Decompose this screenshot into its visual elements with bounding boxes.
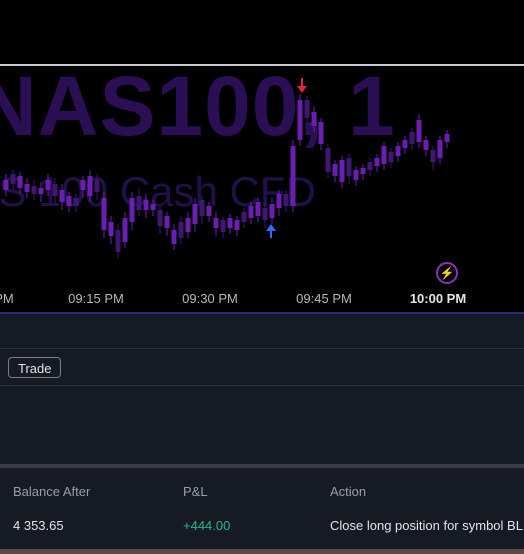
candle [115,230,121,252]
candle [318,122,324,144]
trade-button[interactable]: Trade [8,357,62,378]
candle [297,100,303,140]
trade-toolbar [0,349,524,385]
candle [227,218,233,228]
panel-body [0,386,524,464]
candle [416,120,422,142]
candle [17,176,23,188]
candle [157,210,163,226]
buy-marker[interactable] [266,224,276,238]
candle [52,184,58,196]
candle [185,218,191,232]
candle [31,186,37,194]
sell-marker[interactable] [297,78,307,93]
candle [248,206,254,218]
candle [10,174,16,184]
candle [339,160,345,182]
candle [3,180,9,190]
lightning-icon[interactable]: ⚡ [436,262,458,284]
cell-action: Close long position for symbol BL [330,518,523,533]
time-tick: 09:45 PM [296,291,352,306]
candle [164,216,170,228]
time-tick: 10:00 PM [409,291,467,306]
time-tick: 09:15 PM [68,291,124,306]
candle [255,202,261,216]
candle [283,194,289,206]
candle [129,198,135,222]
candle [276,194,282,208]
candle [66,196,72,206]
candle [353,170,359,180]
panel-header [0,314,524,349]
candle [206,206,212,216]
candle [38,188,44,194]
column-header-pnl[interactable]: P&L [183,484,208,499]
cell-pnl: +444.00 [183,518,231,533]
candle [87,176,93,196]
time-tick: PM [0,291,14,306]
candle [395,146,401,156]
candle [423,140,429,150]
bottom-edge [0,549,524,554]
candle [269,204,275,218]
candle [430,150,436,162]
column-header-balance-after[interactable]: Balance After [13,484,90,499]
candle [192,204,198,224]
candle [45,180,51,190]
column-header-action[interactable]: Action [330,484,366,499]
candle [367,162,373,170]
candle [374,158,380,166]
candle [234,220,240,230]
candle [143,200,149,210]
candle [59,190,65,202]
candle [325,148,331,172]
candle [304,100,310,118]
time-tick: 09:30 PM [182,291,238,306]
candle [220,220,226,232]
candle [122,218,128,242]
candle [360,168,366,174]
candle [409,132,415,144]
top-bar [0,0,524,64]
history-table [0,468,524,550]
candle [241,212,247,222]
candle [136,196,142,210]
candle [73,198,79,206]
candle [80,180,86,190]
candle [199,200,205,216]
candle [178,222,184,238]
candle [150,204,156,210]
candle [101,198,107,230]
candle [332,164,338,176]
candle [94,180,100,192]
candle [388,152,394,162]
candle [402,140,408,148]
price-chart[interactable]: NAS100, 1 US 100 Cash CFD PM 09:15 PM 09… [0,66,524,312]
candle [437,140,443,158]
candle [213,218,219,228]
candle [381,146,387,164]
cell-balance-after: 4 353.65 [13,518,64,533]
candle [108,222,114,236]
candle [311,112,317,126]
candle [171,230,177,244]
candle [346,158,352,176]
candle [24,184,30,192]
candle [262,208,268,220]
candle [444,134,450,142]
candle [290,146,296,206]
